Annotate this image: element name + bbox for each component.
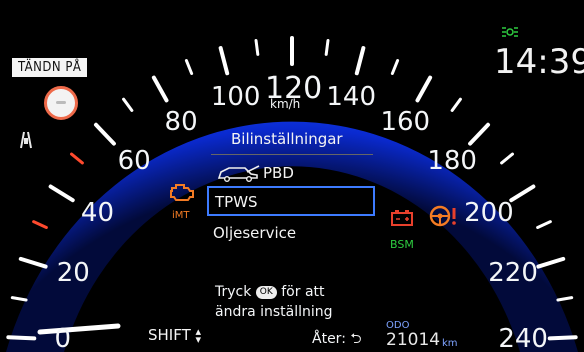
imt-label: iMT (172, 210, 190, 221)
menu-item-label: PBD (263, 164, 294, 182)
clock: 14:39 (494, 42, 584, 82)
minor-tick (390, 59, 400, 76)
steering-warning-icon (428, 204, 460, 228)
menu-title: Bilinställningar (231, 130, 343, 148)
ignition-status-label: TÄNDN PÅ (18, 60, 82, 75)
minor-tick (500, 152, 514, 165)
odometer-unit: km (442, 338, 458, 349)
major-tick (509, 184, 536, 203)
hint-post: för att (281, 284, 325, 300)
speed-label-180: 180 (427, 146, 477, 177)
menu-item-pbd[interactable]: PBD (211, 160, 375, 186)
speed-label-20: 20 (56, 258, 90, 289)
shift-indicator: SHIFT ▴ ▾ (148, 324, 202, 346)
settings-menu: Bilinställningar PBD TPWS Oljeservice Tr… (205, 126, 377, 326)
speed-label-160: 160 (380, 106, 431, 137)
speed-label-140: 140 (326, 82, 377, 113)
major-tick (468, 122, 491, 146)
menu-hint-line2: ändra inställning (215, 304, 333, 320)
minor-tick (556, 296, 574, 302)
menu-divider (211, 154, 373, 155)
speed-label-220: 220 (488, 258, 538, 289)
back-label: Åter: (312, 331, 346, 347)
minor-tick (32, 220, 48, 229)
back-hint[interactable]: Åter: ⮌ (312, 328, 362, 352)
minor-tick (450, 97, 462, 112)
check-engine-icon (168, 182, 196, 202)
minor-tick (254, 39, 260, 56)
menu-hint-line1: Tryck OK för att (215, 284, 325, 300)
major-tick (6, 335, 37, 341)
minor-tick (184, 59, 194, 76)
ignition-status-badge: TÄNDN PÅ (12, 58, 88, 77)
speed-label-200: 200 (464, 197, 514, 228)
minor-tick (324, 39, 330, 56)
position-lights-icon (500, 24, 520, 38)
minor-tick (70, 152, 84, 165)
speed-label-0: 0 (54, 323, 71, 352)
shift-updown-icon: ▴ ▾ (195, 324, 202, 346)
major-tick (48, 184, 75, 203)
ok-button-icon: OK (255, 285, 277, 299)
speed-label-40: 40 (80, 197, 115, 228)
minor-tick (536, 220, 552, 229)
major-tick (536, 256, 566, 269)
odometer-value: 21014 (386, 330, 441, 350)
minor-tick (122, 97, 134, 112)
speed-label-60: 60 (117, 146, 151, 177)
shift-label: SHIFT (148, 326, 191, 344)
menu-item-label: TPWS (215, 193, 258, 211)
driver-monitor-icon (44, 86, 78, 120)
battery-warning-icon (390, 210, 414, 226)
hint-pre: Tryck (215, 284, 252, 300)
major-tick (415, 75, 433, 103)
major-tick (18, 256, 48, 269)
major-tick (151, 75, 169, 103)
car-door-icon (217, 165, 260, 182)
speed-label-80: 80 (164, 106, 198, 137)
menu-item-tpws[interactable]: TPWS (207, 186, 375, 216)
major-tick (93, 122, 116, 146)
menu-item-label: Oljeservice (213, 224, 297, 242)
speed-label-240: 240 (498, 323, 548, 352)
lane-departure-icon (18, 130, 34, 150)
major-tick (354, 46, 366, 76)
minor-tick (10, 296, 28, 302)
bsm-label: BSM (390, 238, 414, 251)
major-tick (218, 46, 230, 76)
back-arrow-icon: ⮌ (350, 331, 362, 347)
speed-label-100: 100 (210, 82, 261, 113)
instrument-cluster: TÄNDN PÅ 14:39 0 20 40 60 80 100 120 140 160 180 2… (0, 0, 584, 352)
speed-unit-label: km/h (270, 97, 301, 111)
major-tick (547, 335, 578, 341)
menu-item-oljeservice[interactable]: Oljeservice (211, 222, 375, 248)
